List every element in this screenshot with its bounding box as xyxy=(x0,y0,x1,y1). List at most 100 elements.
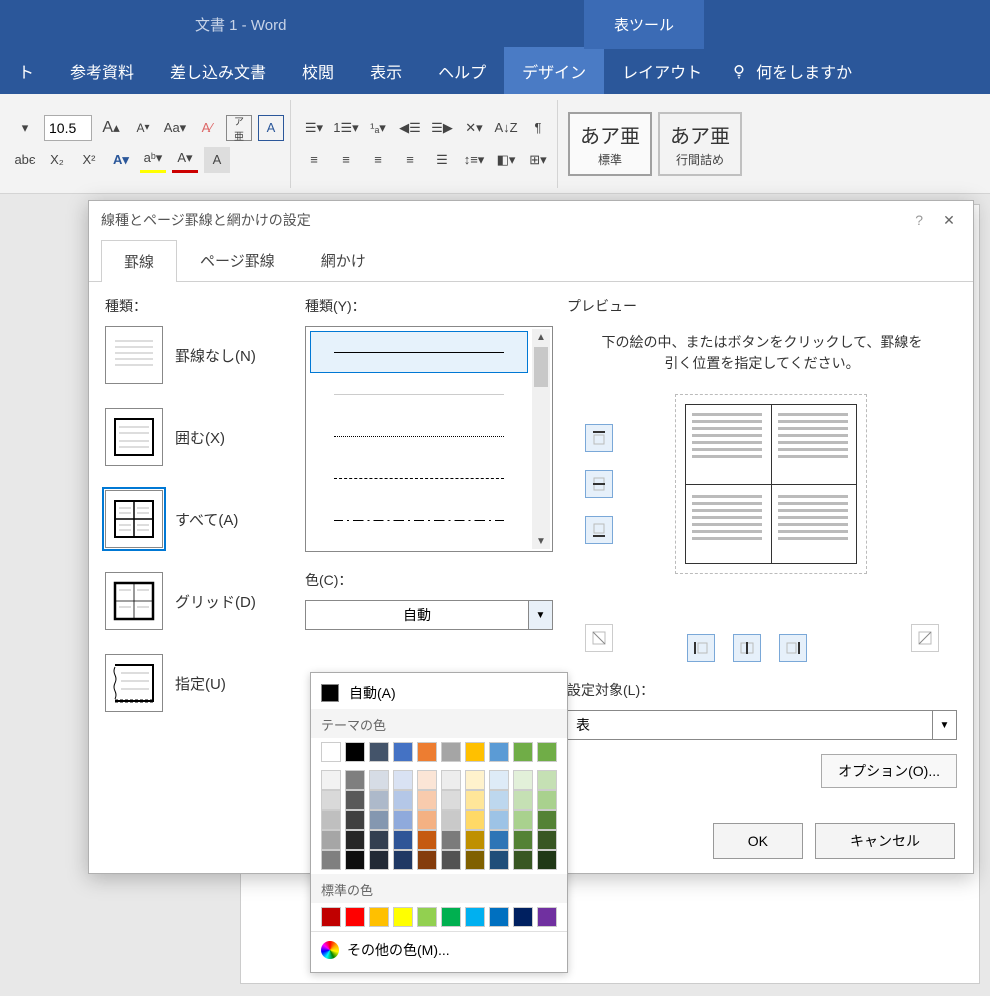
line-style-dashed[interactable] xyxy=(310,457,528,499)
ribbon-tab-help[interactable]: ヘルプ xyxy=(420,47,504,95)
color-swatch[interactable] xyxy=(465,810,485,830)
align-right-icon[interactable]: ≡ xyxy=(365,147,391,173)
color-swatch[interactable] xyxy=(441,810,461,830)
style-scrollbar[interactable]: ▲ ▼ xyxy=(532,329,550,549)
color-swatch[interactable] xyxy=(489,907,509,927)
numbering-icon[interactable]: 1☰▾ xyxy=(333,115,359,141)
color-swatch[interactable] xyxy=(465,850,485,870)
line-style-hairline[interactable] xyxy=(310,373,528,415)
more-colors-row[interactable]: その他の色(M)... xyxy=(311,931,567,968)
subscript-icon[interactable]: X₂ xyxy=(44,147,70,173)
color-swatch[interactable] xyxy=(441,907,461,927)
color-swatch[interactable] xyxy=(417,742,437,762)
color-swatch[interactable] xyxy=(417,770,437,790)
clear-format-icon[interactable]: A⁄ xyxy=(194,115,220,141)
color-swatch[interactable] xyxy=(489,830,509,850)
color-swatch[interactable] xyxy=(321,790,341,810)
color-swatch[interactable] xyxy=(441,790,461,810)
char-shading-icon[interactable]: A xyxy=(204,147,230,173)
color-swatch[interactable] xyxy=(321,770,341,790)
align-center-icon[interactable]: ≡ xyxy=(333,147,359,173)
border-vmid-button[interactable] xyxy=(733,634,761,662)
strikethrough-icon[interactable]: abє xyxy=(12,147,38,173)
color-swatch[interactable] xyxy=(537,907,557,927)
setting-all[interactable]: すべて(A) xyxy=(105,490,291,548)
line-style-dashdot[interactable] xyxy=(310,499,528,541)
color-swatch[interactable] xyxy=(321,742,341,762)
dropdown-arrow-icon[interactable]: ▼ xyxy=(932,711,956,739)
tab-shading[interactable]: 網かけ xyxy=(298,239,389,281)
color-swatch[interactable] xyxy=(441,850,461,870)
color-swatch[interactable] xyxy=(441,770,461,790)
shading-icon[interactable]: ◧▾ xyxy=(493,147,519,173)
ok-button[interactable]: OK xyxy=(713,823,803,859)
dropdown-arrow-icon[interactable]: ▾ xyxy=(12,115,38,141)
setting-custom[interactable]: 指定(U) xyxy=(105,654,291,712)
grow-font-icon[interactable]: A▴ xyxy=(98,115,124,141)
color-swatch[interactable] xyxy=(465,742,485,762)
color-swatch[interactable] xyxy=(393,790,413,810)
ribbon-tab-mailings[interactable]: 差し込み文書 xyxy=(152,47,284,95)
line-spacing-icon[interactable]: ↕≡▾ xyxy=(461,147,487,173)
ribbon-tab-view[interactable]: 表示 xyxy=(352,47,420,95)
color-swatch[interactable] xyxy=(345,770,365,790)
apply-to-select[interactable]: 表 ▼ xyxy=(567,710,957,740)
line-style-list[interactable]: ▲ ▼ xyxy=(305,326,553,552)
color-swatch[interactable] xyxy=(513,742,533,762)
color-swatch[interactable] xyxy=(321,810,341,830)
superscript-icon[interactable]: X² xyxy=(76,147,102,173)
color-swatch[interactable] xyxy=(345,790,365,810)
ribbon-tab-references[interactable]: 参考資料 xyxy=(52,47,152,95)
shrink-font-icon[interactable]: A▾ xyxy=(130,115,156,141)
color-swatch[interactable] xyxy=(513,907,533,927)
multilevel-icon[interactable]: ¹ₐ▾ xyxy=(365,115,391,141)
color-swatch[interactable] xyxy=(417,850,437,870)
color-swatch[interactable] xyxy=(393,742,413,762)
color-swatch[interactable] xyxy=(369,907,389,927)
asian-layout-icon[interactable]: ✕▾ xyxy=(461,115,487,141)
border-bottom-button[interactable] xyxy=(585,516,613,544)
color-swatch[interactable] xyxy=(417,790,437,810)
setting-none[interactable]: 罫線なし(N) xyxy=(105,326,291,384)
color-swatch[interactable] xyxy=(489,770,509,790)
color-swatch[interactable] xyxy=(513,790,533,810)
color-swatch[interactable] xyxy=(465,770,485,790)
color-swatch[interactable] xyxy=(465,907,485,927)
ribbon-tab-layout[interactable]: レイアウト xyxy=(604,47,720,95)
color-swatch[interactable] xyxy=(369,850,389,870)
text-effects-icon[interactable]: A▾ xyxy=(108,147,134,173)
ribbon-tab-design[interactable]: デザイン xyxy=(504,47,604,95)
color-swatch[interactable] xyxy=(489,742,509,762)
color-swatch[interactable] xyxy=(393,850,413,870)
color-swatch[interactable] xyxy=(441,830,461,850)
change-case-icon[interactable]: Aa▾ xyxy=(162,115,188,141)
highlight-icon[interactable]: aᵇ▾ xyxy=(140,147,166,173)
color-swatch[interactable] xyxy=(393,907,413,927)
color-swatch[interactable] xyxy=(537,790,557,810)
color-swatch[interactable] xyxy=(321,907,341,927)
color-swatch[interactable] xyxy=(489,850,509,870)
font-color-icon[interactable]: A▾ xyxy=(172,147,198,173)
color-swatch[interactable] xyxy=(369,830,389,850)
decrease-indent-icon[interactable]: ◀☰ xyxy=(397,115,423,141)
cancel-button[interactable]: キャンセル xyxy=(815,823,955,859)
color-swatch[interactable] xyxy=(369,810,389,830)
color-swatch[interactable] xyxy=(369,742,389,762)
scroll-down-icon[interactable]: ▼ xyxy=(532,533,550,549)
color-swatch[interactable] xyxy=(513,850,533,870)
preview-sample[interactable] xyxy=(685,404,857,564)
color-swatch[interactable] xyxy=(537,742,557,762)
color-swatch[interactable] xyxy=(345,850,365,870)
setting-box[interactable]: 囲む(X) xyxy=(105,408,291,466)
tab-page-border[interactable]: ページ罫線 xyxy=(177,239,298,281)
phonetic-guide-icon[interactable]: ア亜 xyxy=(226,115,252,141)
color-swatch[interactable] xyxy=(537,770,557,790)
border-right-button[interactable] xyxy=(779,634,807,662)
tell-me-search[interactable]: 何をしますか xyxy=(730,59,852,83)
color-swatch[interactable] xyxy=(537,810,557,830)
color-swatch[interactable] xyxy=(465,830,485,850)
color-dropdown[interactable]: 自動 ▼ xyxy=(305,600,553,630)
border-hmid-button[interactable] xyxy=(585,470,613,498)
color-swatch[interactable] xyxy=(417,810,437,830)
color-swatch[interactable] xyxy=(537,850,557,870)
